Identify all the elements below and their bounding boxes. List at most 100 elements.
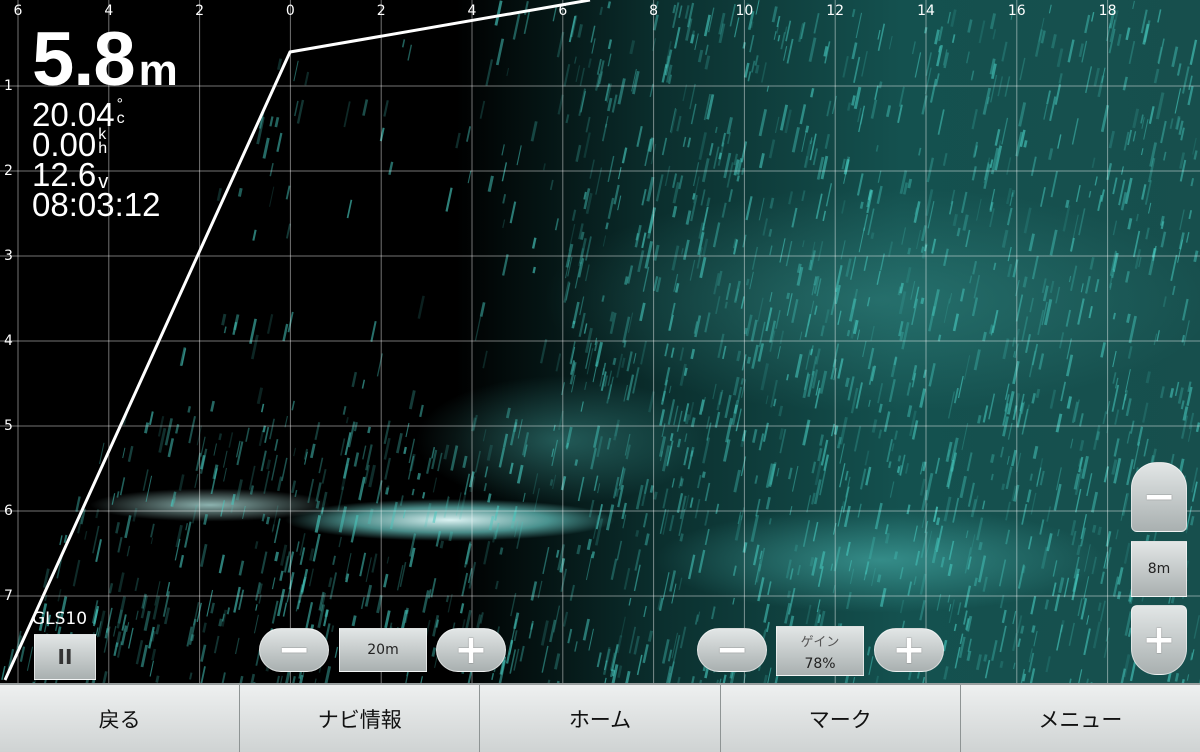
echo-speckle	[643, 606, 647, 617]
echo-speckle	[464, 541, 471, 567]
echo-speckle	[791, 208, 797, 228]
echo-speckle	[1019, 58, 1025, 80]
echo-speckle	[979, 20, 986, 43]
echo-speckle	[1053, 560, 1058, 577]
echo-speckle	[728, 189, 733, 202]
range-minus-button[interactable]: −	[259, 628, 329, 672]
echo-speckle	[563, 612, 568, 627]
echo-speckle	[1077, 298, 1085, 324]
echo-speckle	[877, 271, 881, 285]
menu-button[interactable]: メニュー	[961, 685, 1200, 752]
echo-speckle	[697, 475, 702, 488]
echo-speckle	[888, 241, 893, 257]
echo-speckle	[192, 505, 198, 524]
echo-speckle	[864, 256, 869, 271]
echo-speckle	[1181, 400, 1185, 409]
echo-speckle	[1033, 631, 1037, 646]
echo-speckle	[1012, 337, 1016, 346]
echo-speckle	[1052, 582, 1057, 596]
zoom-plus-button[interactable]: +	[1131, 605, 1187, 675]
echo-speckle	[338, 537, 342, 548]
mark-button[interactable]: マーク	[721, 685, 961, 752]
gain-minus-button[interactable]: −	[697, 628, 767, 672]
echo-speckle	[335, 647, 339, 658]
echo-speckle	[985, 660, 990, 679]
echo-speckle	[127, 546, 130, 557]
echo-speckle	[510, 201, 517, 223]
echo-speckle	[300, 547, 306, 565]
echo-speckle	[819, 434, 824, 446]
range-plus-button[interactable]: +	[436, 628, 506, 672]
echo-speckle	[841, 240, 846, 259]
y-axis-label: 5	[4, 418, 13, 434]
echo-speckle	[816, 194, 823, 219]
echo-speckle	[168, 438, 174, 457]
echo-speckle	[269, 116, 273, 126]
echo-speckle	[561, 382, 565, 395]
echo-speckle	[1004, 76, 1010, 97]
echo-speckle	[266, 517, 270, 525]
echo-speckle	[1171, 46, 1178, 67]
echo-speckle	[825, 134, 830, 149]
echo-speckle	[627, 265, 633, 283]
echo-speckle	[1086, 615, 1089, 625]
echo-speckle	[938, 335, 942, 342]
echo-speckle	[762, 218, 768, 236]
echo-speckle	[839, 417, 848, 445]
gain-plus-button[interactable]: +	[874, 628, 944, 672]
echo-speckle	[440, 541, 444, 549]
echo-speckle	[320, 492, 328, 516]
echo-speckle	[565, 114, 569, 123]
echo-speckle	[1170, 255, 1177, 281]
back-button[interactable]: 戻る	[0, 685, 240, 752]
echo-speckle	[845, 378, 850, 388]
echo-speckle	[825, 309, 830, 323]
echo-speckle	[417, 473, 421, 480]
echo-speckle	[555, 218, 559, 230]
echo-speckle	[851, 42, 857, 59]
echo-speckle	[1101, 105, 1109, 132]
echo-speckle	[370, 321, 376, 342]
echo-speckle	[871, 100, 878, 119]
echo-speckle	[1055, 84, 1061, 105]
home-button[interactable]: ホーム	[480, 685, 720, 752]
echo-speckle	[868, 348, 875, 370]
echo-speckle	[75, 496, 80, 512]
echo-speckle	[997, 76, 1003, 96]
echo-speckle	[983, 405, 989, 422]
echo-speckle	[1018, 564, 1025, 588]
echo-speckle	[584, 323, 588, 333]
echo-speckle	[641, 479, 649, 506]
echo-speckle	[1133, 131, 1136, 141]
echo-speckle	[690, 260, 696, 281]
echo-speckle	[128, 628, 134, 649]
echo-speckle	[665, 166, 671, 186]
echo-speckle	[475, 451, 481, 473]
echo-speckle	[993, 263, 996, 270]
pause-button[interactable]: II	[34, 634, 96, 680]
echo-speckle	[188, 416, 196, 443]
echo-speckle	[786, 293, 790, 300]
echo-speckle	[274, 552, 279, 562]
echo-speckle	[506, 408, 511, 419]
echo-speckle	[950, 9, 956, 27]
echo-speckle	[495, 0, 503, 25]
echo-speckle	[690, 497, 694, 507]
echo-speckle	[529, 623, 534, 638]
nav-info-button[interactable]: ナビ情報	[240, 685, 480, 752]
echo-speckle	[1006, 466, 1013, 489]
echo-speckle	[830, 564, 833, 571]
minus-icon: −	[715, 630, 749, 670]
echo-speckle	[407, 45, 412, 61]
zoom-minus-button[interactable]: −	[1131, 462, 1187, 532]
echo-speckle	[880, 253, 885, 270]
echo-speckle	[875, 676, 879, 683]
echo-speckle	[694, 33, 698, 50]
echo-speckle	[673, 406, 678, 426]
echo-speckle	[1031, 157, 1037, 177]
echo-speckle	[1170, 118, 1174, 129]
echo-speckle	[343, 406, 347, 415]
plus-icon: +	[892, 630, 926, 670]
echo-speckle	[741, 168, 744, 175]
echo-speckle	[1024, 208, 1032, 234]
